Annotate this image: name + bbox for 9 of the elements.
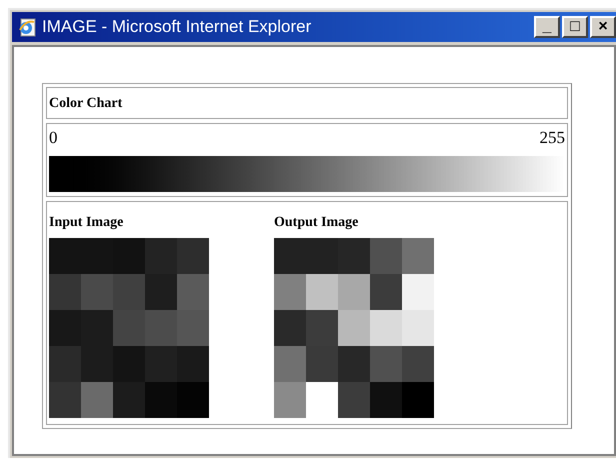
scale-max-label: 255	[540, 128, 565, 148]
image-title: Output Image	[274, 214, 360, 232]
maximize-button[interactable]: □	[562, 16, 588, 38]
minimize-button[interactable]: _	[534, 16, 560, 38]
image-title: Input Image	[49, 214, 124, 232]
chart-title: Color Chart	[49, 94, 122, 112]
window-title: IMAGE - Microsoft Internet Explorer	[42, 16, 312, 38]
scale-min-label: 0	[49, 128, 58, 148]
close-button[interactable]: ×	[590, 16, 616, 38]
